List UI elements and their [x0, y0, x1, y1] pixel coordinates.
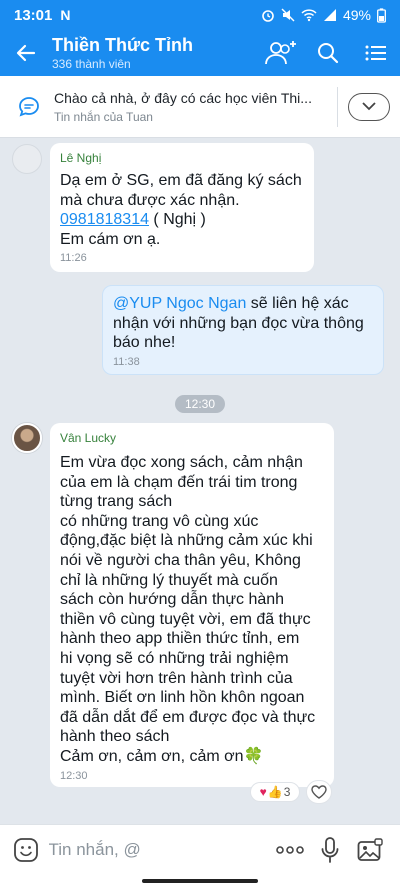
battery-icon — [377, 7, 386, 23]
member-count: 336 thành viên — [52, 57, 131, 71]
add-member-button[interactable] — [256, 30, 304, 76]
message-line: mình. Biết ơn linh hồn khôn ngoan — [60, 689, 305, 707]
pinned-message-text: Chào cả nhà, ở đây có các học viên Thi..… — [54, 89, 312, 106]
message-bubble[interactable]: Lê Nghị Dạ em ở SG, em đã đăng ký sách m… — [50, 143, 314, 272]
message-line: Cảm ơn, cảm ơn, cảm ơn🍀 — [60, 747, 264, 765]
reaction-summary[interactable]: ♥ 👍 3 — [250, 782, 300, 802]
alarm-icon — [261, 8, 275, 22]
pinned-message-bar[interactable]: Chào cả nhà, ở đây có các học viên Thi..… — [0, 76, 400, 138]
search-icon — [318, 43, 339, 64]
avatar[interactable] — [12, 144, 42, 174]
message-time: 11:26 — [60, 252, 87, 265]
system-nav-bar — [0, 874, 400, 889]
message-line: tuyệt vời hơn trên hành trình của — [60, 669, 293, 687]
heart-outline-icon — [311, 785, 327, 799]
thumbs-up-reaction-icon: 👍 — [267, 785, 283, 799]
mention-link[interactable]: @YUP Ngoc Ngan — [113, 295, 246, 312]
image-button[interactable] — [350, 830, 390, 870]
status-bar: 13:01 N 49% — [0, 0, 400, 30]
message-line: của em là chạm đến trái tim trong — [60, 473, 298, 491]
message-text: mà chưa được xác nhận. — [60, 191, 240, 209]
message-text: Dạ em ở SG, em đã đăng ký sách — [60, 172, 302, 189]
message-line: hành theo app thiền thức tỉnh, em — [60, 630, 300, 648]
message-line: có những trang vô cùng xúc — [60, 512, 259, 530]
message-line: đã dẫn dắt để em được đọc và thực — [60, 708, 316, 726]
divider — [337, 86, 338, 127]
message-line: Em vừa đọc xong sách, cảm nhận — [60, 454, 303, 471]
sticker-button[interactable] — [10, 837, 43, 863]
status-time: 13:01 — [14, 6, 53, 24]
wifi-icon — [301, 8, 317, 22]
message-line: sách còn hướng dẫn thực hành — [60, 591, 285, 609]
back-arrow-icon — [16, 44, 36, 62]
phone-link[interactable]: 0981818314 — [60, 211, 149, 228]
image-icon — [357, 837, 383, 861]
message-bubble[interactable]: Vân Lucky Em vừa đọc xong sách, cảm nhận… — [50, 423, 334, 787]
time-divider: 12:30 — [175, 395, 225, 413]
home-gesture-handle[interactable] — [142, 879, 258, 883]
message-line: hành theo sách — [60, 728, 170, 746]
pinned-message-source: Tin nhắn của Tuan — [54, 109, 153, 124]
message-input[interactable] — [48, 839, 270, 860]
message-time: 11:38 — [113, 355, 140, 368]
message-text: ( Nghị ) — [148, 211, 206, 229]
mute-icon — [281, 8, 295, 22]
app-logo-icon: N — [60, 7, 71, 23]
battery-percent: 49% — [342, 7, 371, 23]
chevron-down-icon — [362, 102, 376, 111]
sender-name[interactable]: Lê Nghị — [60, 151, 304, 165]
more-options-button[interactable] — [270, 830, 310, 870]
group-info[interactable]: Thiền Thức Tỉnh 336 thành viên — [52, 34, 256, 72]
expand-pinned-button[interactable] — [348, 92, 390, 121]
search-button[interactable] — [304, 30, 352, 76]
message-line: từng trang sách — [60, 493, 173, 511]
react-button[interactable] — [306, 780, 332, 804]
signal-icon — [323, 8, 337, 22]
sender-name[interactable]: Vân Lucky — [60, 431, 324, 445]
message-composer — [0, 824, 400, 874]
message-line: nói về người cha thân yêu, Không — [60, 551, 301, 569]
smiley-icon — [14, 837, 39, 862]
message-line: động,đặc biệt là những cảm xúc khi — [60, 532, 313, 550]
voice-button[interactable] — [310, 830, 350, 870]
more-dots-icon — [275, 845, 304, 854]
message-text: Em cám ơn ạ. — [60, 230, 161, 248]
message-line: hi vọng sẽ có những trải nghiệm — [60, 649, 289, 667]
message-line: thiền vô cùng tuyệt vời, em đã thực — [60, 610, 311, 628]
message-line: chỉ là những lý thuyết mà cuốn — [60, 571, 278, 589]
menu-button[interactable] — [352, 30, 400, 76]
message-bubble[interactable]: @YUP Ngoc Ngan sẽ liên hệ xác nhận với n… — [102, 285, 384, 375]
microphone-icon — [321, 836, 339, 863]
back-button[interactable] — [0, 30, 52, 76]
reaction-count: 3 — [283, 785, 291, 799]
avatar[interactable] — [12, 423, 42, 453]
chat-bubble-icon — [14, 95, 44, 119]
group-title: Thiền Thức Tỉnh — [52, 35, 194, 55]
heart-reaction-icon: ♥ — [259, 785, 267, 799]
menu-icon — [365, 45, 386, 61]
chat-header: Thiền Thức Tỉnh 336 thành viên — [0, 30, 400, 76]
message-time: 12:30 — [60, 769, 88, 782]
add-member-icon — [265, 41, 296, 65]
